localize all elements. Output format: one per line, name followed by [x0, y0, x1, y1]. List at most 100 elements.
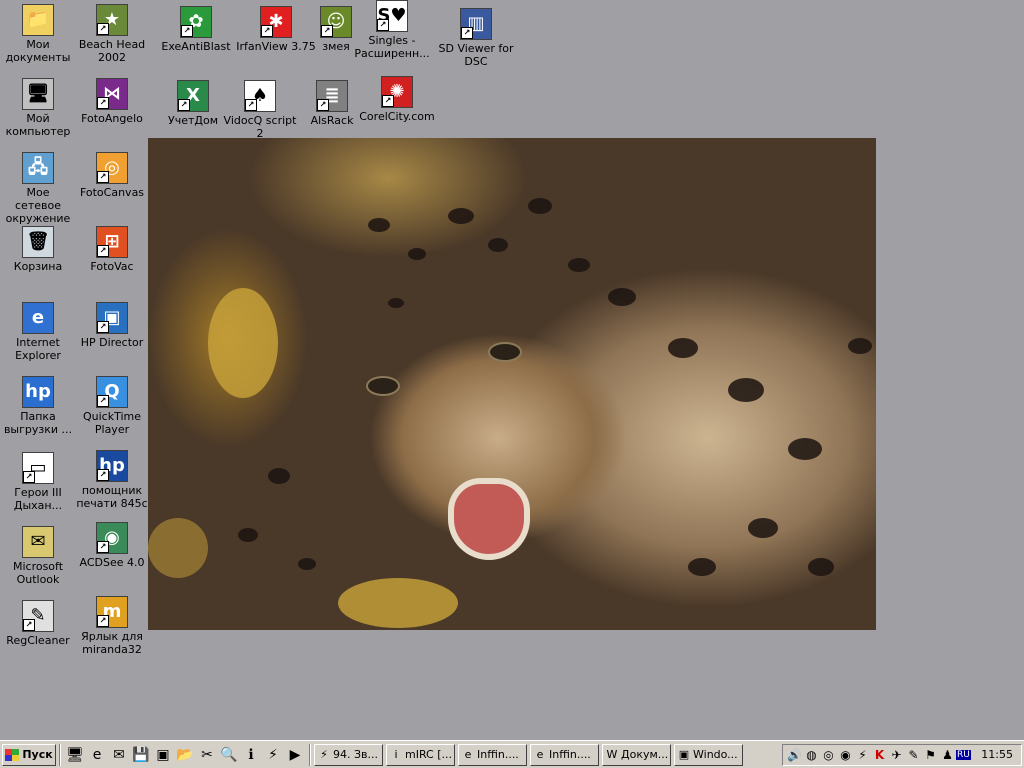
quick-launch-bar: 🖥 e ✉ 💾 ▣ 📂 ✂ 🔍 ℹ ⚡ ▶ [64, 744, 306, 766]
desktop-icon-beach-head[interactable]: ★ ↗ Beach Head 2002 [76, 4, 148, 64]
desktop-icon-label: ACDSee 4.0 [79, 556, 145, 569]
kaspersky-icon[interactable]: K [871, 746, 888, 763]
volume-icon[interactable]: 🔊 [786, 746, 803, 763]
start-button[interactable]: Пуск [2, 743, 56, 766]
desktop-icon-network[interactable]: 🖧 Мое сетевое окружение [2, 152, 74, 225]
desktop-icon-fotovac[interactable]: ⊞ ↗ FotoVac [76, 226, 148, 273]
desktop-icon-label: Microsoft Outlook [12, 560, 64, 586]
desktop-icon-corelcity[interactable]: ✺ ↗ CorelCity.com [357, 76, 437, 123]
desktop-icon-recycle-bin[interactable]: 🗑 Корзина [2, 226, 74, 273]
network-tray-icon[interactable]: ◍ [803, 746, 820, 763]
task-button-label: Докум... [621, 748, 668, 761]
desktop-icon-label: FotoAngelo [81, 112, 143, 125]
window-task-icon: ▣ [678, 748, 690, 761]
desktop[interactable]: 📁 Мои документы 🖥 Мой компьютер 🖧 Мое сетевое… [0, 0, 1024, 740]
clock[interactable]: 11:55 [981, 748, 1021, 761]
desktop-icon-singles[interactable]: S♥ ↗ Singles - Расширенн... [352, 0, 432, 60]
folder-quick-icon[interactable]: 📂 [174, 744, 196, 766]
tray-user-icon[interactable]: ♟ [939, 746, 956, 763]
hp-print-icon: hp ↗ [96, 450, 128, 482]
shortcut-arrow-icon: ↗ [261, 25, 273, 37]
tray-pen-icon[interactable]: ✎ [905, 746, 922, 763]
shortcut-arrow-icon: ↗ [97, 97, 109, 109]
beach-head-icon: ★ ↗ [96, 4, 128, 36]
desktop-icon-internet-explorer[interactable]: e Internet Explorer [2, 302, 74, 362]
task-button[interactable]: i mIRC [... [386, 743, 455, 766]
desktop-icon-exeantiblast[interactable]: ✿ ↗ ExeAntiBlast [156, 6, 236, 53]
desktop-icon-quicktime[interactable]: Q ↗ QuickTime Player [76, 376, 148, 436]
desktop-icon-fotoangelo[interactable]: ⋈ ↗ FotoAngelo [76, 78, 148, 125]
fotoangelo-icon: ⋈ ↗ [96, 78, 128, 110]
exeantiblast-icon: ✿ ↗ [180, 6, 212, 38]
miranda-icon: m ↗ [96, 596, 128, 628]
shortcut-arrow-icon: ↗ [245, 99, 257, 111]
task-button-label: 94. Зв... [333, 748, 379, 761]
desktop-icon-label: Мое сетевое окружение [5, 186, 71, 225]
shortcut-arrow-icon: ↗ [97, 541, 109, 553]
desktop-icon-folder-documents[interactable]: 📁 Мои документы [2, 4, 74, 64]
alsrack-icon: ≣ ↗ [316, 80, 348, 112]
shortcut-arrow-icon: ↗ [97, 321, 109, 333]
save-quick-icon[interactable]: 💾 [130, 744, 152, 766]
task-button-label: Inffin.... [549, 748, 591, 761]
desktop-icon-fotocanvas[interactable]: ◎ ↗ FotoCanvas [76, 152, 148, 199]
outlook-quick-icon[interactable]: ✉ [108, 744, 130, 766]
shortcut-arrow-icon: ↗ [97, 615, 109, 627]
singles-icon: S♥ ↗ [376, 0, 408, 32]
media-quick-icon[interactable]: ▶ [284, 744, 306, 766]
winamp-tray-icon[interactable]: ⚡ [854, 746, 871, 763]
mirc-task-icon: i [394, 748, 398, 761]
task-button[interactable]: e Inffin.... [458, 743, 527, 766]
task-button-label: Inffin.... [477, 748, 519, 761]
desktop-icon-label: RegCleaner [6, 634, 70, 647]
shortcut-arrow-icon: ↗ [377, 19, 389, 31]
internet-explorer-icon: e [22, 302, 54, 334]
desktop-icon-my-computer[interactable]: 🖥 Мой компьютер [2, 78, 74, 138]
info-quick-icon[interactable]: ℹ [240, 744, 262, 766]
desktop-icon-hp-print[interactable]: hp ↗ помощник печати 845c [76, 450, 148, 510]
shortcut-arrow-icon: ↗ [97, 171, 109, 183]
search-quick-icon[interactable]: 🔍 [218, 744, 240, 766]
shortcut-arrow-icon: ↗ [382, 95, 394, 107]
desktop-icon-heroes[interactable]: ▭ ↗ Герои III Дыхан... [2, 452, 74, 512]
tool-quick-icon[interactable]: ✂ [196, 744, 218, 766]
corelcity-icon: ✺ ↗ [381, 76, 413, 108]
cd-tray-icon[interactable]: ◎ [820, 746, 837, 763]
desktop-icon-sd-viewer[interactable]: ▥ ↗ SD Viewer for DSC [436, 8, 516, 68]
task-button[interactable]: e Inffin.... [530, 743, 599, 766]
network-icon: 🖧 [22, 152, 54, 184]
tray-tool-icon[interactable]: ✈ [888, 746, 905, 763]
task-button-label: Windo... [693, 748, 738, 761]
desktop-icon-regcleaner[interactable]: ✎ ↗ RegCleaner [2, 600, 74, 647]
app-quick-icon[interactable]: ▣ [152, 744, 174, 766]
desktop-icon-label: FotoVac [90, 260, 134, 273]
desktop-icon-hp-folder[interactable]: hp Папка выгрузки ... [2, 376, 74, 436]
outlook-icon: ✉ [22, 526, 54, 558]
tray-flag-icon[interactable]: ⚑ [922, 746, 939, 763]
desktop-icon-label: ExeAntiBlast [161, 40, 231, 53]
winamp-quick-icon[interactable]: ⚡ [262, 744, 284, 766]
acdsee-icon: ◉ ↗ [96, 522, 128, 554]
windows-logo-icon [5, 748, 20, 761]
desktop-icon-acdsee[interactable]: ◉ ↗ ACDSee 4.0 [76, 522, 148, 569]
my-computer-icon: 🖥 [22, 78, 54, 110]
desktop-icon-label: Singles - Расширенн... [354, 34, 430, 60]
desktop-icon-miranda[interactable]: m ↗ Ярлык для miranda32 [76, 596, 148, 656]
desktop-icon-hp-director[interactable]: ▣ ↗ HP Director [76, 302, 148, 349]
task-button[interactable]: ⚡ 94. Зв... [314, 743, 383, 766]
task-button[interactable]: ▣ Windo... [674, 743, 743, 766]
ie-quick-icon[interactable]: e [86, 744, 108, 766]
desktop-icon-outlook[interactable]: ✉ Microsoft Outlook [2, 526, 74, 586]
desktop-icon-label: QuickTime Player [82, 410, 142, 436]
taskbar: Пуск 🖥 e ✉ 💾 ▣ 📂 ✂ 🔍 ℹ ⚡ ▶ ⚡ 94. Зв... i mIRC [... e In… [0, 740, 1024, 768]
show-desktop-icon[interactable]: 🖥 [64, 744, 86, 766]
task-button[interactable]: W Докум... [602, 743, 671, 766]
desktop-icon-vidocq[interactable]: ♠ ↗ VidocQ script 2 [220, 80, 300, 140]
shortcut-arrow-icon: ↗ [97, 245, 109, 257]
recycle-bin-icon: 🗑 [22, 226, 54, 258]
language-indicator[interactable]: RU [956, 749, 971, 760]
heroes-icon: ▭ ↗ [22, 452, 54, 484]
desktop-icon-label: Ярлык для miranda32 [81, 630, 143, 656]
tray-app-icon[interactable]: ◉ [837, 746, 854, 763]
shortcut-arrow-icon: ↗ [97, 469, 109, 481]
